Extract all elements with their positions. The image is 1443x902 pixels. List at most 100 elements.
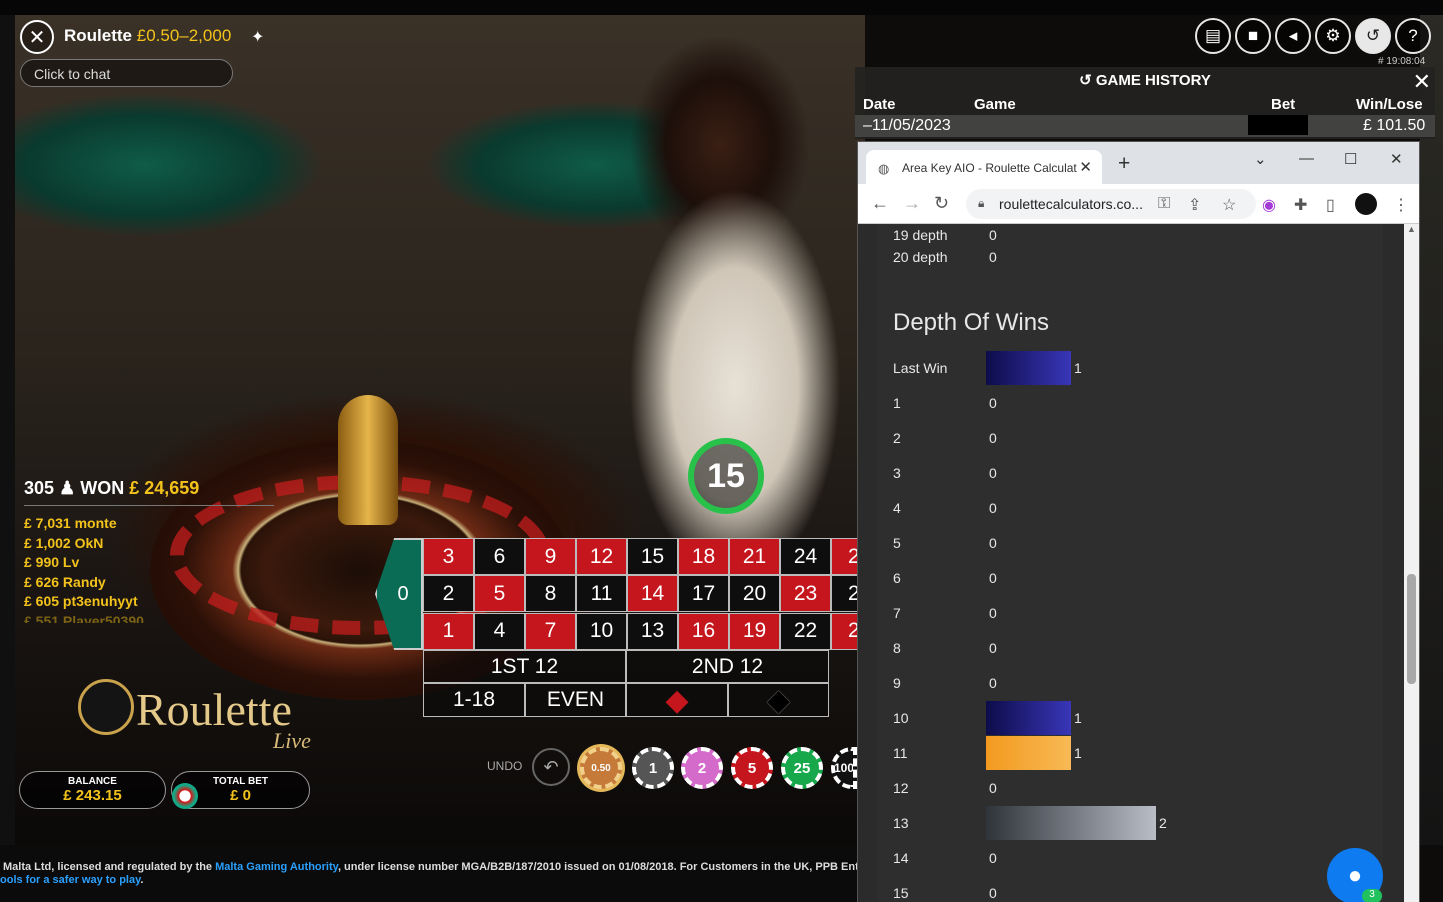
- safer-play-link[interactable]: ools for a safer way to play: [0, 874, 140, 886]
- side-panel-icon[interactable]: ▯: [1326, 195, 1335, 215]
- depth-wins-value: 0: [989, 570, 997, 586]
- profile-avatar[interactable]: [1355, 193, 1377, 215]
- extensions-puzzle-icon[interactable]: ✚: [1294, 195, 1307, 215]
- chat-icon[interactable]: ▤: [1195, 18, 1231, 54]
- chip-1[interactable]: 1: [632, 747, 674, 789]
- pin-icon[interactable]: ✦: [251, 27, 264, 47]
- undo-icon: ↶: [543, 756, 559, 777]
- game-history-title: ↺ GAME HISTORY: [1079, 72, 1211, 89]
- chip-050[interactable]: 0.50: [580, 747, 622, 789]
- bet-cell-number[interactable]: 25: [831, 612, 860, 650]
- game-history-panel: ↺ GAME HISTORY ✕ Date Game Bet Win/Lose …: [855, 67, 1435, 139]
- help-icon[interactable]: ?: [1395, 18, 1431, 54]
- color-picker-extension-icon[interactable]: ◉: [1262, 195, 1276, 215]
- bet-cell-number[interactable]: 15: [627, 538, 678, 575]
- bet-cell-number[interactable]: 14: [627, 575, 678, 613]
- depth-wins-label: 4: [893, 500, 901, 516]
- bet-cell-number[interactable]: 1: [423, 612, 474, 650]
- bet-cell-number[interactable]: 3: [423, 538, 474, 575]
- depth-wins-value: 0: [989, 500, 997, 516]
- chip-2[interactable]: 2: [681, 747, 723, 789]
- bet-cell-number[interactable]: 4: [474, 612, 525, 650]
- depth-wins-value: 1: [1074, 745, 1082, 761]
- depth-value: 0: [989, 227, 997, 243]
- bet-cell-number[interactable]: 24: [780, 538, 831, 575]
- tab-close-icon[interactable]: ✕: [1079, 158, 1092, 176]
- bet-black[interactable]: ◆: [728, 683, 829, 717]
- roulette-logo-icon: [78, 679, 134, 735]
- tab-search-chevron-icon[interactable]: ⌄: [1254, 150, 1267, 168]
- scrollbar[interactable]: ▲: [1404, 224, 1419, 902]
- video-icon[interactable]: ■: [1235, 18, 1271, 54]
- bet-cell-number[interactable]: 21: [729, 538, 780, 575]
- menu-dots-icon[interactable]: ⋮: [1393, 195, 1409, 215]
- minimize-button[interactable]: —: [1299, 150, 1314, 167]
- lock-icon[interactable]: 🔒︎: [978, 196, 984, 211]
- col-date: Date: [863, 96, 896, 113]
- bet-cell-number[interactable]: 2: [423, 575, 474, 613]
- bet-cell-number[interactable]: 5: [474, 575, 525, 613]
- bet-even[interactable]: EVEN: [525, 683, 626, 717]
- bet-cell-number[interactable]: 18: [678, 538, 729, 575]
- bet-cell-number[interactable]: 9: [525, 538, 576, 575]
- depth-wins-label: 10: [893, 710, 909, 726]
- depth-wins-value: 0: [989, 850, 997, 866]
- new-tab-button[interactable]: +: [1118, 152, 1130, 176]
- depth-wins-value: 2: [1159, 815, 1167, 831]
- bet-cell-number[interactable]: 10: [576, 612, 627, 650]
- bet-cell-number[interactable]: 17: [678, 575, 729, 613]
- bet-cell-number[interactable]: 11: [576, 575, 627, 613]
- back-arrow-icon[interactable]: ←: [871, 193, 889, 214]
- bookmark-star-icon[interactable]: ☆: [1222, 195, 1236, 215]
- scroll-up-icon[interactable]: ▲: [1407, 224, 1416, 234]
- bet-cell-number[interactable]: 19: [729, 612, 780, 650]
- bet-cell-number[interactable]: 7: [525, 612, 576, 650]
- bet-cell-number[interactable]: 23: [780, 575, 831, 613]
- bet-cell-number[interactable]: 16: [678, 612, 729, 650]
- tab-strip: ◍ Area Key AIO - Roulette Calculat ✕ + ⌄…: [858, 142, 1419, 184]
- bet-cell-number[interactable]: 13: [627, 612, 678, 650]
- winners-list: 305 ♟ WON £ 24,659 £ 7,031 monte £ 1,002…: [24, 478, 274, 623]
- bet-low[interactable]: 1-18: [423, 683, 525, 717]
- depth-wins-label: 12: [893, 780, 909, 796]
- bet-first-dozen[interactable]: 1ST 12: [423, 650, 626, 683]
- mute-icon[interactable]: ◂: [1275, 18, 1311, 54]
- game-history-close-button[interactable]: ✕: [1413, 69, 1431, 95]
- share-icon[interactable]: ⇪: [1188, 195, 1201, 215]
- depth-label: 19 depth: [893, 227, 948, 243]
- chip-25[interactable]: 25: [781, 747, 823, 789]
- bet-red[interactable]: ◆: [626, 683, 728, 717]
- depth-label: 20 depth: [893, 249, 948, 265]
- reload-icon[interactable]: ↻: [934, 193, 949, 214]
- bet-second-dozen[interactable]: 2ND 12: [626, 650, 829, 683]
- key-icon[interactable]: ⚿: [1158, 195, 1170, 213]
- depth-wins-label: 13: [893, 815, 909, 831]
- history-icon[interactable]: ↺: [1355, 18, 1391, 54]
- close-game-button[interactable]: ✕: [20, 20, 54, 54]
- bet-cell-number[interactable]: 27: [831, 538, 860, 575]
- bet-cell-zero[interactable]: 0: [375, 538, 423, 650]
- browser-tab[interactable]: ◍ Area Key AIO - Roulette Calculat ✕: [866, 150, 1102, 184]
- maximize-button[interactable]: ☐: [1344, 150, 1357, 168]
- bet-cell-number[interactable]: 12: [576, 538, 627, 575]
- mga-link[interactable]: Malta Gaming Authority: [215, 861, 338, 873]
- chip-5[interactable]: 5: [731, 747, 773, 789]
- address-bar[interactable]: 🔒︎ roulettecalculators.co...: [966, 189, 1256, 219]
- depth-wins-label: 5: [893, 535, 901, 551]
- forward-arrow-icon[interactable]: →: [903, 193, 921, 214]
- settings-gear-icon[interactable]: ⚙: [1315, 18, 1351, 54]
- chat-input[interactable]: Click to chat: [20, 59, 233, 87]
- winner-item: £ 1,002 OkN: [24, 534, 104, 551]
- depth-wins-value: 0: [989, 640, 997, 656]
- url-text: roulettecalculators.co...: [999, 196, 1143, 212]
- window-close-button[interactable]: ✕: [1390, 150, 1403, 168]
- scroll-thumb[interactable]: [1407, 574, 1416, 684]
- bet-cell-number[interactable]: 26: [831, 575, 860, 613]
- bet-cell-number[interactable]: 8: [525, 575, 576, 613]
- bet-cell-number[interactable]: 6: [474, 538, 525, 575]
- undo-button[interactable]: ↶: [532, 748, 570, 786]
- depth-wins-bar: [986, 736, 1071, 770]
- brand-sub: Live: [273, 728, 311, 753]
- bet-cell-number[interactable]: 22: [780, 612, 831, 650]
- bet-cell-number[interactable]: 20: [729, 575, 780, 613]
